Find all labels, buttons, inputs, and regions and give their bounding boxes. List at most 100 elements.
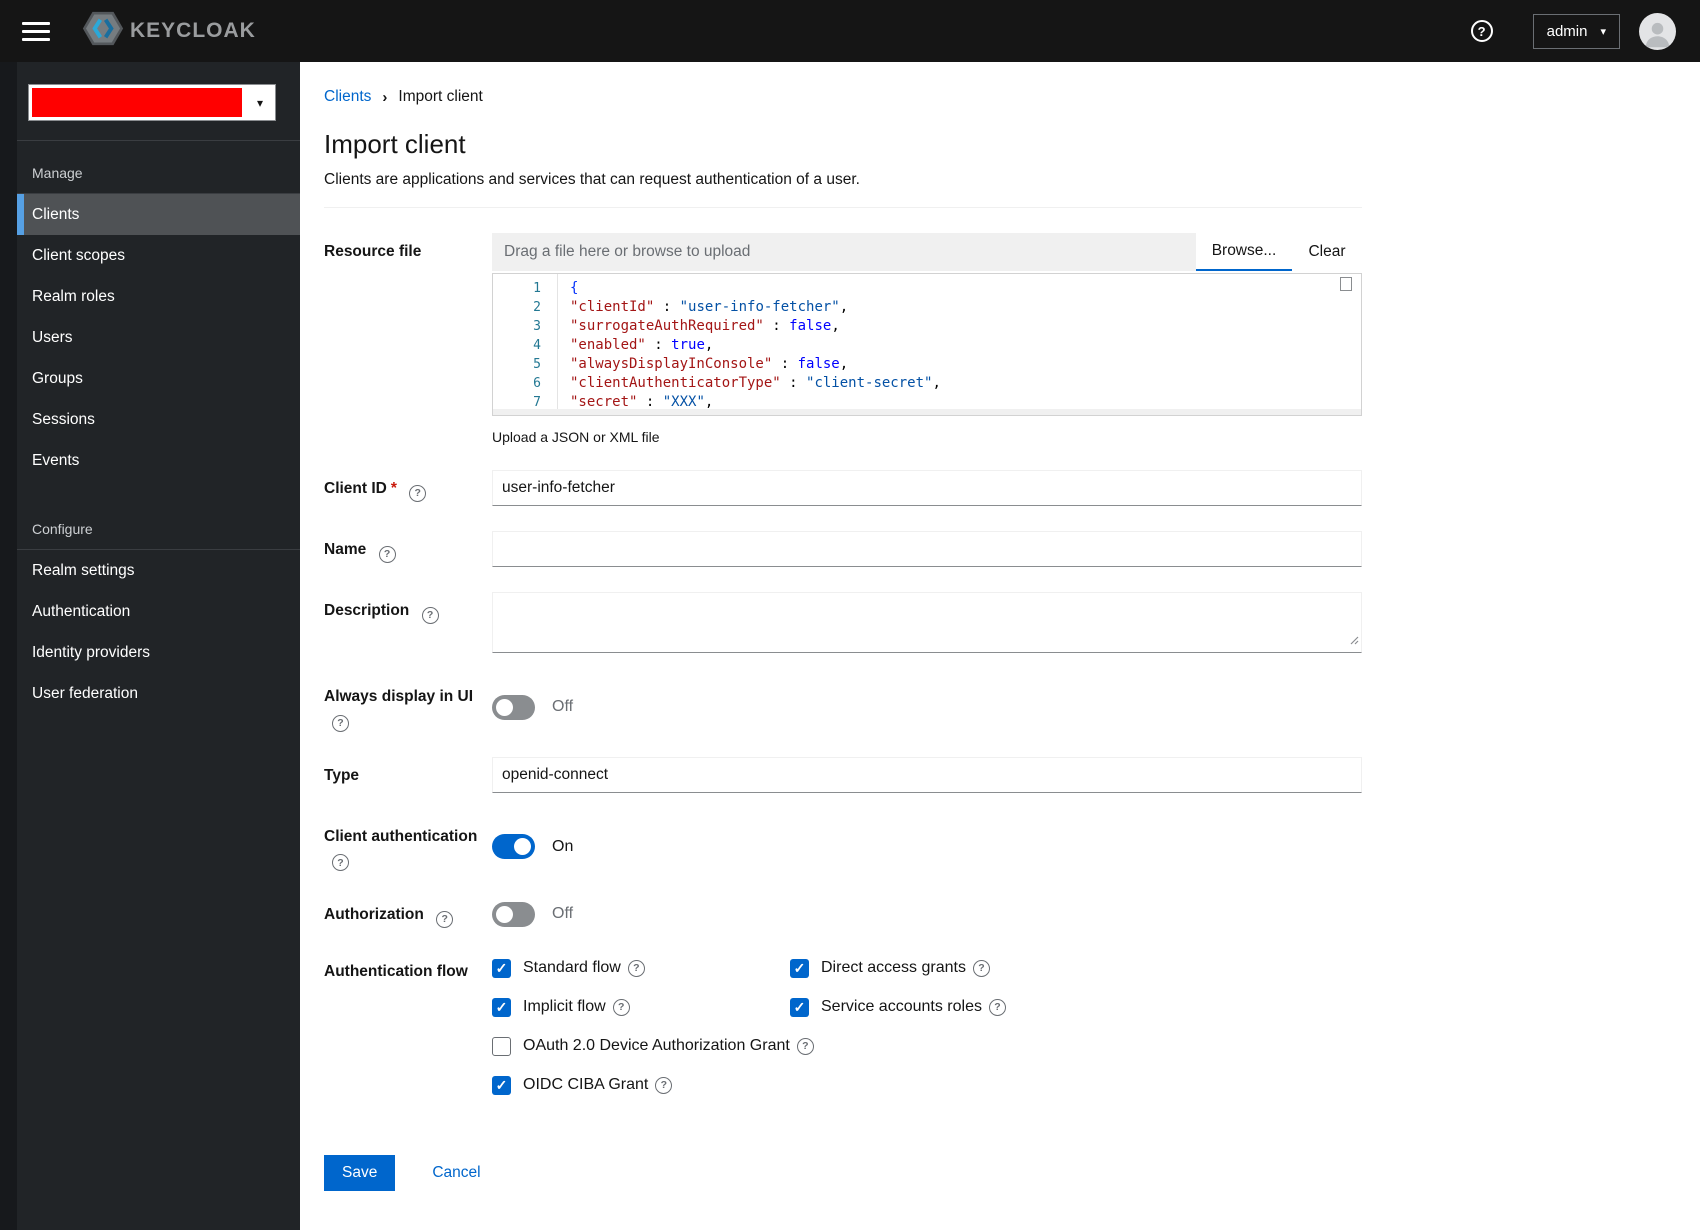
- sidebar-item-sessions[interactable]: Sessions: [17, 399, 300, 440]
- checkbox-checked-icon[interactable]: ✓: [492, 997, 511, 1017]
- chevron-right-icon: ›: [382, 88, 388, 106]
- checkbox-checked-icon[interactable]: ✓: [492, 1075, 511, 1095]
- authorization-toggle[interactable]: [492, 901, 535, 927]
- save-button[interactable]: Save: [324, 1154, 396, 1191]
- help-icon[interactable]: ?: [332, 714, 349, 732]
- authentication-flow-label: Authentication flow: [324, 962, 468, 980]
- help-icon[interactable]: ?: [436, 910, 454, 928]
- description-textarea[interactable]: [492, 592, 1362, 653]
- code-editor[interactable]: 1 2 3 4 5 6 7 {"clientId" : "user-info-fetcher…: [492, 273, 1362, 416]
- sidebar: ▾ Manage Clients Client scopes Realm roles U…: [0, 62, 300, 1230]
- checkbox-oidc-ciba-grant[interactable]: ✓ OIDC CIBA Grant?: [492, 1075, 1362, 1095]
- nav-group-title: Manage: [17, 141, 300, 194]
- checkbox-unchecked-icon[interactable]: [492, 1036, 511, 1056]
- editor-line-number: 4: [533, 338, 541, 353]
- checkbox-service-accounts-roles[interactable]: ✓ Service accounts roles?: [790, 997, 1362, 1017]
- checkbox-checked-icon[interactable]: ✓: [790, 958, 809, 978]
- editor-scrollbar-thumb[interactable]: [1340, 277, 1352, 291]
- editor-code-line: "secret" : "XXX",: [570, 394, 714, 409]
- checkbox-label: Implicit flow: [523, 998, 606, 1015]
- check-icon: ✓: [495, 999, 508, 1015]
- form-row-always-display: Always display in UI ? Off: [324, 678, 1362, 732]
- sidebar-item-identity-providers[interactable]: Identity providers: [17, 632, 300, 673]
- checkbox-direct-access-grants[interactable]: ✓ Direct access grants?: [790, 958, 1362, 978]
- editor-line-number: 5: [533, 357, 541, 372]
- help-icon[interactable]: ?: [655, 1076, 673, 1094]
- sidebar-item-events[interactable]: Events: [17, 440, 300, 481]
- auth-flow-grid: ✓ Standard flow? ✓ Direct access grants? ✓ Im…: [492, 953, 1362, 1095]
- sidebar-item-user-federation[interactable]: User federation: [17, 673, 300, 714]
- sidebar-item-authentication[interactable]: Authentication: [17, 591, 300, 632]
- checkbox-checked-icon[interactable]: ✓: [492, 958, 511, 978]
- file-upload: Browse... Clear: [492, 233, 1362, 271]
- editor-gutter: 1 2 3 4 5 6 7: [493, 274, 557, 410]
- realm-selector-dropdown[interactable]: ▾: [28, 84, 276, 121]
- description-label: Description: [324, 602, 410, 619]
- editor-code[interactable]: {"clientId" : "user-info-fetcher", "surro…: [558, 274, 1361, 409]
- always-display-label: Always display in UI: [324, 688, 474, 705]
- toggle-state-label: Off: [552, 905, 574, 923]
- checkbox-standard-flow[interactable]: ✓ Standard flow?: [492, 958, 790, 978]
- main-content: Clients › Import client Import client Cl…: [300, 62, 1700, 1230]
- sidebar-item-realm-roles[interactable]: Realm roles: [17, 276, 300, 317]
- help-icon[interactable]: ?: [612, 998, 630, 1016]
- sidebar-item-users[interactable]: Users: [17, 317, 300, 358]
- name-label: Name: [324, 541, 367, 558]
- editor-code-line: "clientId" : "user-info-fetcher",: [570, 299, 849, 315]
- sidebar-item-clients[interactable]: Clients: [17, 194, 300, 235]
- avatar[interactable]: [1639, 12, 1676, 50]
- breadcrumb-clients-link[interactable]: Clients: [324, 88, 371, 106]
- toggle-state-label: On: [552, 837, 574, 855]
- help-icon[interactable]: ?: [378, 545, 396, 563]
- browse-button[interactable]: Browse...: [1196, 233, 1292, 271]
- nav-group-manage: Manage Clients Client scopes Realm roles Use…: [17, 141, 300, 481]
- nav-toggle-button[interactable]: [16, 11, 56, 51]
- checkbox-checked-icon[interactable]: ✓: [790, 997, 809, 1017]
- nav-group-configure: Configure Realm settings Authentication Ide…: [17, 497, 300, 714]
- help-icon[interactable]: ?: [421, 606, 439, 624]
- cancel-button[interactable]: Cancel: [426, 1163, 486, 1183]
- editor-code-line: {: [570, 280, 579, 296]
- user-menu-dropdown[interactable]: admin ▾: [1532, 13, 1620, 49]
- client-id-input[interactable]: [492, 470, 1362, 506]
- type-input[interactable]: [492, 756, 1362, 793]
- checkbox-label: OAuth 2.0 Device Authorization Grant: [523, 1037, 790, 1054]
- help-icon[interactable]: ?: [796, 1037, 814, 1055]
- form-actions: Save Cancel: [324, 1154, 1362, 1191]
- editor-line-number: 1: [533, 281, 541, 296]
- help-icon[interactable]: ?: [972, 959, 990, 977]
- always-display-toggle[interactable]: [492, 694, 535, 720]
- form-row-resource-file: Resource file Browse... Clear 1 2 3 4 5 6 7: [324, 233, 1362, 445]
- sidebar-item-groups[interactable]: Groups: [17, 358, 300, 399]
- help-icon[interactable]: ?: [627, 959, 645, 977]
- name-input[interactable]: [492, 531, 1362, 567]
- checkbox-label: OIDC CIBA Grant: [523, 1076, 649, 1093]
- form-row-name: Name ?: [324, 531, 1362, 567]
- resource-file-label: Resource file: [324, 243, 422, 260]
- client-authentication-label: Client authentication: [324, 827, 478, 845]
- client-authentication-toggle[interactable]: [492, 834, 535, 860]
- keycloak-admin-console: KEYCLOAK ? admin ▾ ▾ Manage Clients Clie…: [0, 0, 1700, 1230]
- keycloak-logo-icon: [82, 10, 124, 52]
- type-label: Type: [324, 766, 360, 784]
- help-icon[interactable]: ?: [1470, 20, 1493, 42]
- header-divider: [324, 207, 1362, 208]
- form-row-description: Description ?: [324, 592, 1362, 653]
- file-upload-input[interactable]: [492, 233, 1196, 271]
- clear-button[interactable]: Clear: [1292, 233, 1362, 271]
- check-icon: ✓: [495, 1077, 508, 1093]
- check-icon: ✓: [495, 960, 508, 976]
- required-marker: *: [390, 480, 397, 497]
- sidebar-item-realm-settings[interactable]: Realm settings: [17, 550, 300, 591]
- help-icon[interactable]: ?: [409, 484, 427, 502]
- help-icon[interactable]: ?: [332, 854, 349, 871]
- form-row-client-authentication: Client authentication ? On: [324, 818, 1362, 871]
- client-id-label: Client ID: [324, 480, 387, 497]
- checkbox-oauth-2-0-device-authorization-grant[interactable]: OAuth 2.0 Device Authorization Grant?: [492, 1036, 1362, 1056]
- realm-name-redaction: [32, 88, 242, 117]
- sidebar-item-client-scopes[interactable]: Client scopes: [17, 235, 300, 276]
- resize-grip-icon[interactable]: [1350, 632, 1359, 650]
- editor-line-number: 3: [533, 319, 541, 334]
- help-icon[interactable]: ?: [988, 998, 1006, 1016]
- checkbox-implicit-flow[interactable]: ✓ Implicit flow?: [492, 997, 790, 1017]
